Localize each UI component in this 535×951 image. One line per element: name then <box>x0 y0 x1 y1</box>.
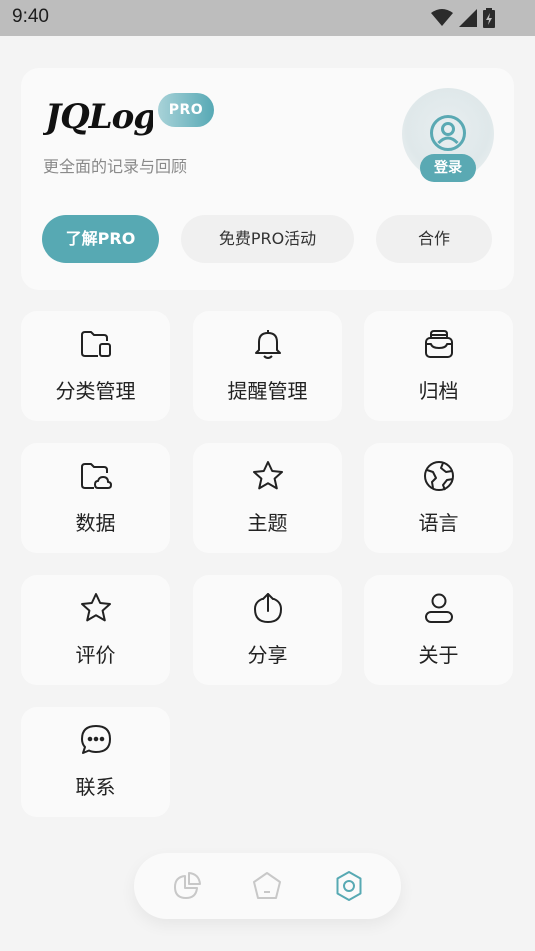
pie-chart-icon[interactable] <box>171 870 203 902</box>
svg-text:JQLog: JQLog <box>43 97 153 137</box>
home-icon[interactable] <box>251 870 283 902</box>
status-bar: 9:40 <box>0 0 535 36</box>
cooperate-button[interactable]: 合作 <box>376 215 492 263</box>
folder-icon <box>81 331 111 357</box>
user-icon <box>425 593 453 623</box>
free-pro-activity-button[interactable]: 免费PRO活动 <box>181 215 354 263</box>
chat-icon <box>81 725 111 754</box>
tile-archive[interactable]: 归档 <box>364 311 513 421</box>
tile-label: 归档 <box>418 379 459 403</box>
status-icons <box>431 8 495 28</box>
bell-icon <box>255 330 281 359</box>
app-logo: JQLog <box>43 97 153 137</box>
wifi-icon <box>431 9 453 26</box>
tagline: 更全面的记录与回顾 <box>43 157 188 176</box>
tile-label: 联系 <box>75 775 116 799</box>
tile-label: 评价 <box>75 643 116 667</box>
user-avatar-icon <box>430 115 466 151</box>
folder-cloud-icon <box>81 463 112 489</box>
battery-icon <box>483 8 495 28</box>
tile-rate[interactable]: 评价 <box>21 575 170 685</box>
archive-icon <box>425 330 453 358</box>
tile-label: 提醒管理 <box>227 379 308 403</box>
tile-contact[interactable]: 联系 <box>21 707 170 817</box>
tile-category-management[interactable]: 分类管理 <box>21 311 170 421</box>
tile-label: 数据 <box>75 511 116 535</box>
tile-reminder-management[interactable]: 提醒管理 <box>193 311 342 421</box>
pro-badge: PRO <box>158 93 214 127</box>
signal-icon <box>459 9 477 27</box>
tile-label: 主题 <box>247 511 288 535</box>
tile-about[interactable]: 关于 <box>364 575 513 685</box>
gear-icon[interactable] <box>333 870 365 902</box>
tile-theme[interactable]: 主题 <box>193 443 342 553</box>
status-time: 9:40 <box>12 6 49 27</box>
star-outline-icon <box>81 593 111 622</box>
tile-label: 分类管理 <box>55 379 136 403</box>
tile-label: 语言 <box>418 511 459 535</box>
bottom-nav <box>134 853 401 919</box>
share-icon <box>254 593 282 623</box>
tile-share[interactable]: 分享 <box>193 575 342 685</box>
tile-data[interactable]: 数据 <box>21 443 170 553</box>
star-icon <box>253 461 283 490</box>
login-button[interactable]: 登录 <box>420 154 476 182</box>
tile-label: 关于 <box>418 643 459 667</box>
tile-label: 分享 <box>247 643 288 667</box>
tile-language[interactable]: 语言 <box>364 443 513 553</box>
header-card: JQLog PRO 更全面的记录与回顾 登录 了解PRO 免费PRO活动 合作 <box>21 68 514 290</box>
globe-icon <box>424 461 454 491</box>
learn-pro-button[interactable]: 了解PRO <box>42 215 159 263</box>
